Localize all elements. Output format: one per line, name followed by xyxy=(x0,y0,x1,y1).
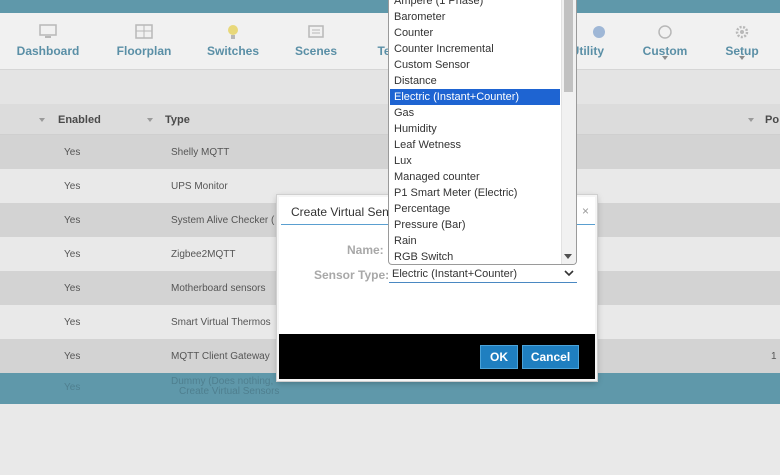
nav-custom[interactable]: Custom xyxy=(640,13,690,70)
nav-setup[interactable]: Setup xyxy=(720,13,764,70)
scrollbar-thumb[interactable] xyxy=(564,0,573,92)
lightbulb-icon xyxy=(224,24,242,39)
dropdown-option[interactable]: Counter Incremental xyxy=(390,41,560,57)
chevron-down-icon xyxy=(564,267,574,279)
create-virtual-sensors-link[interactable]: Create Virtual Sensors xyxy=(179,386,279,397)
sensor-type-dropdown-list[interactable]: Ampere (1 Phase) Barometer Counter Count… xyxy=(388,0,577,265)
monitor-icon xyxy=(39,24,57,39)
dropdown-option[interactable]: Lux xyxy=(390,153,560,169)
utility-icon xyxy=(590,24,608,39)
close-icon[interactable]: × xyxy=(582,204,589,218)
nav-floorplan[interactable]: Floorplan xyxy=(112,13,176,70)
dropdown-option[interactable]: Rain xyxy=(390,233,560,249)
dropdown-option[interactable]: Percentage xyxy=(390,201,560,217)
gear-icon xyxy=(733,24,751,39)
floorplan-icon xyxy=(135,24,153,39)
name-label: Name: xyxy=(347,243,384,257)
dropdown-scrollbar[interactable] xyxy=(561,0,576,264)
dropdown-option[interactable]: Pressure (Bar) xyxy=(390,217,560,233)
chevron-down-icon xyxy=(739,56,745,60)
dropdown-option[interactable]: Gas xyxy=(390,105,560,121)
chevron-down-icon xyxy=(662,56,668,60)
dropdown-option[interactable]: P1 Smart Meter (Electric) xyxy=(390,185,560,201)
dropdown-option-highlighted[interactable]: Electric (Instant+Counter) xyxy=(390,89,560,105)
dropdown-option[interactable]: Ampere (1 Phase) xyxy=(390,0,560,9)
scenes-icon xyxy=(307,24,325,39)
dropdown-option[interactable]: Counter xyxy=(390,25,560,41)
dropdown-option[interactable]: RGB Switch xyxy=(390,249,560,264)
sort-arrow-icon[interactable] xyxy=(147,118,153,122)
column-header-type[interactable]: Type xyxy=(165,114,190,126)
nav-dashboard[interactable]: Dashboard xyxy=(14,13,82,70)
sensor-type-label: Sensor Type: xyxy=(314,268,390,282)
dropdown-option[interactable]: Managed counter xyxy=(390,169,560,185)
custom-icon xyxy=(656,24,674,39)
cancel-button[interactable]: Cancel xyxy=(522,345,579,369)
dialog-footer: OK Cancel xyxy=(279,334,595,379)
sort-arrow-icon[interactable] xyxy=(39,118,45,122)
column-header-enabled[interactable]: Enabled xyxy=(58,114,101,126)
dropdown-option[interactable]: Custom Sensor xyxy=(390,57,560,73)
scroll-down-arrow-icon[interactable] xyxy=(564,254,572,259)
sensor-type-select[interactable]: Electric (Instant+Counter) xyxy=(389,267,577,283)
sort-arrow-icon[interactable] xyxy=(748,118,754,122)
dropdown-option[interactable]: Barometer xyxy=(390,9,560,25)
dropdown-option[interactable]: Humidity xyxy=(390,121,560,137)
dropdown-option[interactable]: Distance xyxy=(390,73,560,89)
dialog-title: Create Virtual Sens xyxy=(291,205,395,219)
dropdown-option[interactable]: Leaf Wetness xyxy=(390,137,560,153)
nav-scenes[interactable]: Scenes xyxy=(292,13,340,70)
ok-button[interactable]: OK xyxy=(480,345,518,369)
page-background xyxy=(0,404,780,475)
nav-switches[interactable]: Switches xyxy=(204,13,262,70)
column-header-port[interactable]: Po xyxy=(765,114,779,126)
